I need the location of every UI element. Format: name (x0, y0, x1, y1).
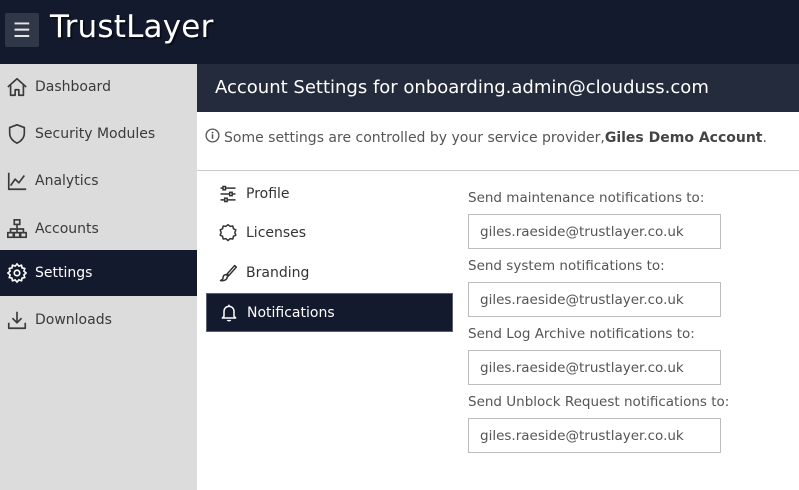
system-notifications-label: Send system notifications to: (468, 258, 665, 274)
home-icon (6, 76, 28, 98)
settings-nav-branding[interactable]: Branding (206, 255, 453, 291)
settings-nav-notifications[interactable]: Notifications (206, 293, 453, 332)
settings-nav-profile[interactable]: Profile (206, 176, 453, 212)
badge-icon (217, 222, 239, 244)
unblock-request-notifications-label: Send Unblock Request notifications to: (468, 394, 730, 410)
sidebar-item-security-modules[interactable]: Security Modules (0, 111, 197, 157)
log-archive-notifications-label: Send Log Archive notifications to: (468, 326, 695, 342)
sidebar-item-label: Accounts (35, 221, 99, 237)
sidebar-item-label: Security Modules (35, 126, 156, 142)
sliders-icon (217, 183, 239, 205)
page-header: Account Settings for onboarding.admin@cl… (197, 64, 799, 112)
system-notifications-input[interactable] (468, 282, 721, 317)
notice-provider-name: Giles Demo Account (604, 129, 763, 146)
settings-nav-licenses[interactable]: Licenses (206, 215, 453, 251)
shield-icon (6, 123, 28, 145)
settings-nav-label: Notifications (247, 304, 335, 321)
bell-icon (218, 302, 240, 324)
settings-nav-label: Licenses (246, 225, 307, 241)
chart-icon (6, 170, 28, 192)
log-archive-notifications-input[interactable] (468, 350, 721, 385)
maintenance-notifications-label: Send maintenance notifications to: (468, 190, 705, 206)
sidebar-item-dashboard[interactable]: Dashboard (0, 64, 197, 110)
app-logo[interactable]: TrustLayer (50, 9, 214, 45)
page-title: Account Settings for onboarding.admin@cl… (215, 77, 709, 98)
sidebar-item-downloads[interactable]: Downloads (0, 297, 197, 343)
gear-icon (6, 262, 28, 284)
sidebar-item-label: Dashboard (35, 79, 111, 95)
hamburger-icon: ☰ (13, 18, 31, 42)
sidebar-item-accounts[interactable]: Accounts (0, 206, 197, 252)
top-bar: ☰ TrustLayer (0, 0, 799, 64)
brush-icon (217, 262, 239, 284)
info-icon (205, 128, 224, 147)
sidebar-item-label: Settings (35, 265, 93, 281)
sidebar-item-analytics[interactable]: Analytics (0, 158, 197, 204)
divider (197, 170, 799, 171)
sidebar-item-label: Analytics (35, 173, 99, 189)
sidebar-item-label: Downloads (35, 312, 112, 328)
maintenance-notifications-input[interactable] (468, 214, 721, 249)
settings-nav-label: Profile (246, 186, 290, 202)
settings-nav-label: Branding (246, 265, 310, 281)
sidebar-item-settings[interactable]: Settings (0, 250, 197, 296)
download-icon (6, 309, 28, 331)
hamburger-menu-button[interactable]: ☰ (5, 13, 39, 47)
provider-notice: Some settings are controlled by your ser… (205, 128, 767, 147)
hierarchy-icon (6, 218, 28, 240)
notice-text: Some settings are controlled by your ser… (224, 129, 605, 146)
notice-suffix: . (762, 129, 767, 146)
unblock-request-notifications-input[interactable] (468, 418, 721, 453)
